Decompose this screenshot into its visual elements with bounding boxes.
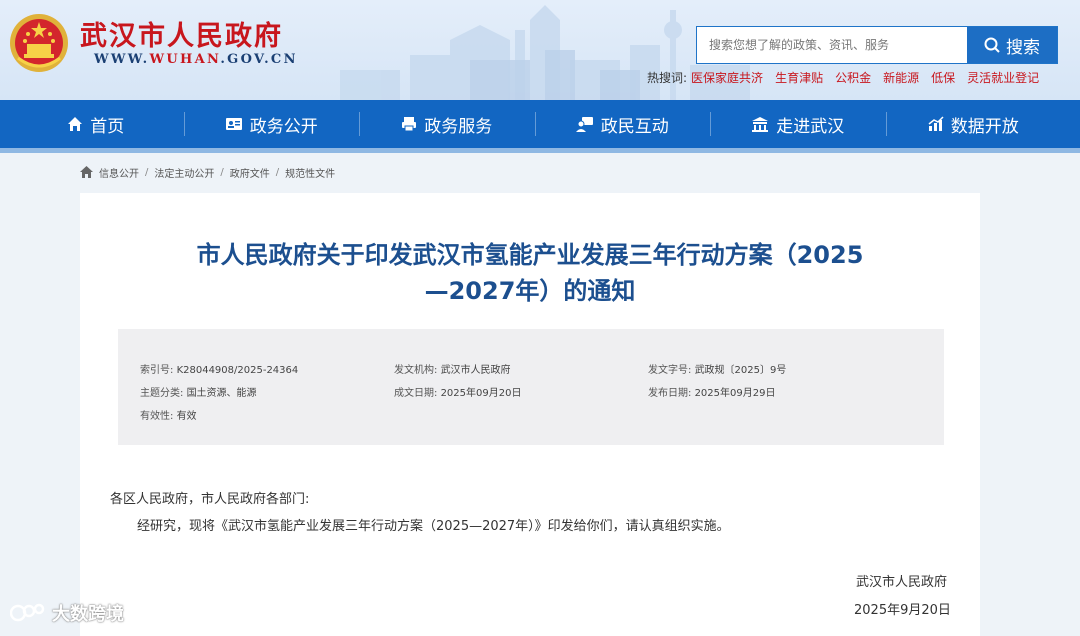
search-input[interactable] (697, 27, 967, 63)
meta-label: 成文日期: (394, 388, 438, 399)
document-date: 2025年9月20日 (854, 603, 951, 618)
search-button-label: 搜索 (1006, 37, 1040, 58)
hot-word-link[interactable]: 医保家庭共济 (691, 69, 763, 86)
building-icon (752, 117, 769, 132)
meta-value: K28044908/2025-24364 (176, 365, 299, 376)
document-metadata: 索引号: K28044908/2025-24364 发文机构: 武汉市人民政府 … (118, 329, 944, 445)
hot-word-link[interactable]: 新能源 (883, 69, 919, 86)
document-body: 经研究，现将《武汉市氢能产业发展三年行动方案（2025—2027年）》印发给你们… (137, 519, 730, 534)
chart-icon (928, 116, 944, 131)
hot-search-label: 热搜词: (647, 71, 688, 85)
search-icon (984, 37, 1000, 53)
nav-item-public-interaction[interactable]: 政民互动 (534, 100, 711, 148)
nav-item-label: 政务公开 (249, 116, 318, 137)
meta-label: 有效性: (140, 411, 174, 422)
document-title-line: 市人民政府关于印发武汉市氢能产业发展三年行动方案（2025 (196, 241, 864, 269)
document-card: 市人民政府关于印发武汉市氢能产业发展三年行动方案（2025 —2027年）的通知… (80, 193, 980, 636)
printer-icon (402, 117, 417, 132)
national-emblem-logo (10, 14, 68, 72)
meta-value: 2025年09月20日 (440, 388, 522, 399)
nav-item-label: 数据开放 (950, 116, 1019, 137)
meta-value: 2025年09月29日 (694, 388, 776, 399)
nav-item-home[interactable]: 首页 (8, 100, 184, 148)
search-button[interactable]: 搜索 (967, 27, 1057, 63)
breadcrumb-link[interactable]: 法定主动公开 (154, 165, 214, 180)
meta-published-date: 发布日期: 2025年09月29日 (648, 384, 775, 399)
home-icon[interactable] (80, 166, 93, 178)
hot-search-words: 热搜词: 医保家庭共济 生育津贴 公积金 新能源 低保 灵活就业登记 (647, 69, 1039, 86)
meta-doc-number: 发文字号: 武政规〔2025〕9号 (648, 361, 786, 376)
meta-created-date: 成文日期: 2025年09月20日 (394, 384, 521, 399)
chat-user-icon (575, 117, 593, 132)
id-card-icon (225, 118, 242, 130)
hot-word-link[interactable]: 生育津贴 (775, 69, 823, 86)
hot-word-link[interactable]: 低保 (931, 69, 955, 86)
nav-item-label: 走进武汉 (776, 116, 845, 137)
meta-label: 发文机构: (394, 365, 438, 376)
meta-label: 发文字号: (648, 365, 692, 376)
breadcrumb-separator: / (145, 166, 149, 178)
meta-index: 索引号: K28044908/2025-24364 (140, 361, 298, 376)
home-icon (68, 117, 83, 131)
nav-item-label: 首页 (90, 116, 125, 137)
breadcrumb-separator: / (220, 166, 224, 178)
site-url-suffix: .GOV.CN (220, 52, 298, 67)
meta-value: 武政规〔2025〕9号 (694, 365, 787, 376)
breadcrumb: 信息公开 / 法定主动公开 / 政府文件 / 规范性文件 (80, 165, 335, 180)
meta-value: 国土资源、能源 (186, 388, 257, 399)
site-header: 武汉市人民政府 WWW.WUHAN.GOV.CN 搜索 热搜词: 医保家庭共济 … (0, 0, 1080, 100)
meta-value: 武汉市人民政府 (440, 365, 511, 376)
nav-item-about-wuhan[interactable]: 走进武汉 (710, 100, 886, 148)
breadcrumb-link[interactable]: 信息公开 (99, 165, 139, 180)
nav-item-government-services[interactable]: 政务服务 (359, 100, 535, 148)
site-url-highlight: WUHAN (149, 52, 221, 67)
meta-issuer: 发文机构: 武汉市人民政府 (394, 361, 511, 376)
hot-word-link[interactable]: 公积金 (835, 69, 871, 86)
site-title[interactable]: 武汉市人民政府 (80, 14, 283, 53)
meta-label: 发布日期: (648, 388, 692, 399)
meta-label: 索引号: (140, 365, 174, 376)
breadcrumb-link[interactable]: 规范性文件 (285, 165, 335, 180)
breadcrumb-link[interactable]: 政府文件 (230, 165, 270, 180)
nav-item-label: 政民互动 (600, 116, 669, 137)
search-box: 搜索 (696, 26, 1058, 64)
document-title-line: —2027年）的通知 (424, 277, 636, 305)
nav-item-open-data[interactable]: 数据开放 (885, 100, 1062, 148)
nav-item-government-affairs[interactable]: 政务公开 (183, 100, 360, 148)
watermark-logo-icon (10, 603, 45, 622)
watermark: 大数跨境 (10, 600, 124, 626)
site-url: WWW.WUHAN.GOV.CN (94, 52, 298, 67)
meta-value: 有效 (176, 411, 197, 422)
meta-validity: 有效性: 有效 (140, 407, 197, 422)
breadcrumb-separator: / (275, 166, 280, 178)
meta-label: 主题分类: (140, 388, 184, 399)
main-nav: 首页 政务公开 政务服务 政民互动 走进武汉 数据开放 (0, 100, 1080, 148)
meta-topic: 主题分类: 国土资源、能源 (140, 384, 257, 399)
hot-word-link[interactable]: 灵活就业登记 (967, 69, 1039, 86)
nav-item-label: 政务服务 (424, 116, 493, 137)
document-title: 市人民政府关于印发武汉市氢能产业发展三年行动方案（2025 —2027年）的通知 (80, 237, 980, 309)
watermark-text: 大数跨境 (52, 604, 124, 625)
site-url-prefix: WWW. (94, 52, 150, 67)
nav-underline (0, 148, 1080, 153)
document-salutation: 各区人民政府，市人民政府各部门: (110, 492, 310, 507)
document-signature: 武汉市人民政府 (856, 575, 948, 590)
